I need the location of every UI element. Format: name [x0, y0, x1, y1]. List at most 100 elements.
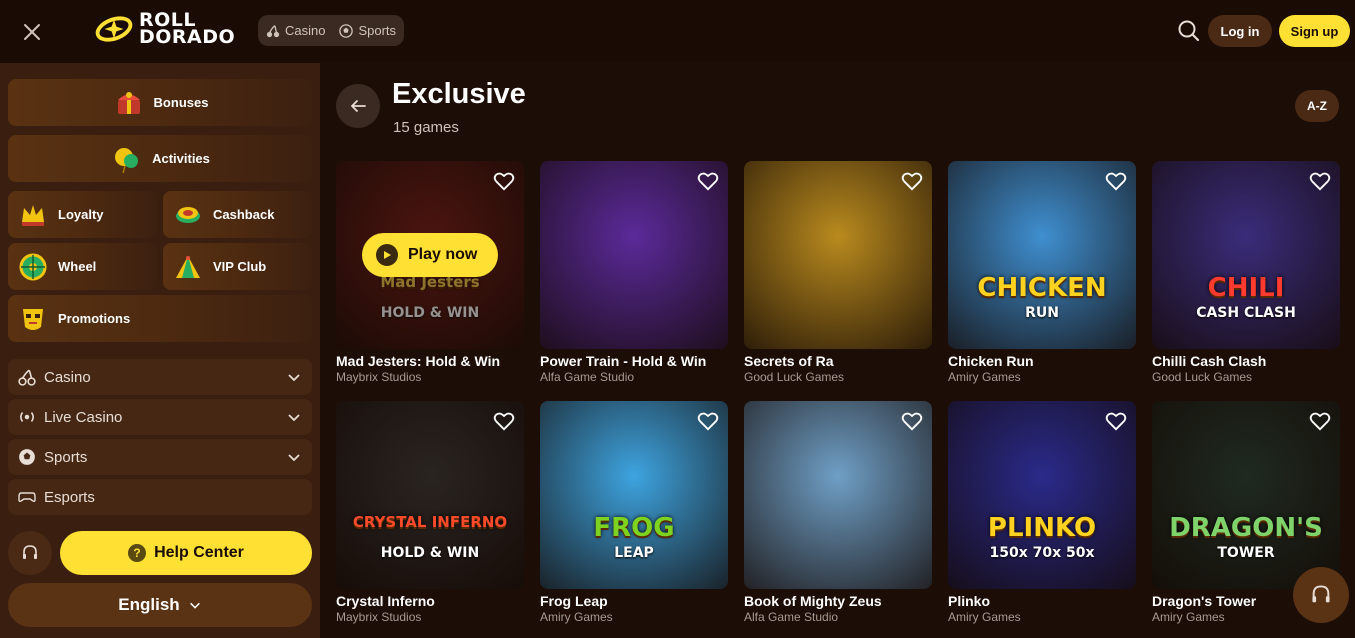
logo-icon [95, 16, 133, 42]
game-name[interactable]: Book of Mighty Zeus [744, 593, 932, 610]
close-menu-button[interactable] [18, 18, 46, 46]
wheel-icon [16, 250, 50, 284]
game-thumbnail[interactable]: FROG LEAP [540, 401, 728, 589]
game-thumbnail[interactable] [540, 161, 728, 349]
favorite-heart-icon[interactable] [697, 411, 719, 431]
sidebar-card-vip-club[interactable]: VIP Club [163, 243, 312, 290]
headset-icon [1312, 585, 1330, 603]
favorite-heart-icon[interactable] [1105, 171, 1127, 191]
tab-casino[interactable]: Casino [266, 23, 325, 38]
favorite-heart-icon[interactable] [493, 411, 515, 431]
tab-sports[interactable]: Sports [339, 23, 396, 38]
game-tile[interactable]: FROG LEAP Frog Leap Amiry Games [540, 401, 728, 625]
sidebar-item-sports[interactable]: Sports [8, 439, 312, 475]
game-tile[interactable]: Book of Mighty Zeus Alfa Game Studio [744, 401, 932, 625]
balloon-icon [110, 142, 144, 176]
game-thumbnail[interactable]: CHILI CASH CLASH [1152, 161, 1340, 349]
headset-icon [23, 545, 37, 559]
sidebar-card-label: Activities [152, 151, 210, 166]
game-name[interactable]: Power Train - Hold & Win [540, 353, 728, 370]
game-tile[interactable]: CRYSTAL INFERNO HOLD & WIN Crystal Inferno… [336, 401, 524, 625]
game-name[interactable]: Plinko [948, 593, 1136, 610]
arrow-left-icon [350, 100, 366, 112]
sidebar-item-casino[interactable]: Casino [8, 359, 312, 395]
game-thumbnail[interactable]: DRAGON'S TOWER [1152, 401, 1340, 589]
play-icon [376, 244, 398, 266]
logo-text: ROLL DORADO [139, 11, 235, 47]
sidebar-card-label: Promotions [58, 311, 131, 326]
search-icon [1178, 20, 1200, 42]
game-thumbnail[interactable] [744, 161, 932, 349]
game-art-subtitle: CASH CLASH [1196, 305, 1296, 321]
help-center-button[interactable]: ? Help Center [60, 531, 312, 575]
game-thumbnail[interactable]: PLINKO 150x 70x 50x [948, 401, 1136, 589]
sidebar-item-label: Casino [44, 368, 91, 386]
main-content: Exclusive 15 games A-Z Mad Jesters HOLD &… [320, 63, 1355, 638]
vip-pyramid-icon [171, 250, 205, 284]
game-tile[interactable]: Secrets of Ra Good Luck Games [744, 161, 932, 385]
favorite-heart-icon[interactable] [1309, 411, 1331, 431]
gamepad-icon [18, 492, 36, 503]
game-name[interactable]: Frog Leap [540, 593, 728, 610]
sidebar-card-promotions[interactable]: Promotions [8, 295, 312, 342]
game-art-title: FROG [593, 513, 675, 543]
game-name[interactable]: Mad Jesters: Hold & Win [336, 353, 524, 370]
back-button[interactable] [336, 84, 380, 128]
sort-button[interactable]: A-Z [1295, 90, 1339, 122]
game-tile[interactable]: Power Train - Hold & Win Alfa Game Studio [540, 161, 728, 385]
tab-sports-label: Sports [358, 23, 397, 38]
sidebar-card-activities[interactable]: Activities [8, 135, 312, 182]
question-icon: ? [128, 544, 147, 562]
signup-button[interactable]: Sign up [1279, 15, 1350, 47]
language-select[interactable]: English [8, 583, 312, 627]
game-thumbnail[interactable]: CHICKEN RUN [948, 161, 1136, 349]
sidebar-item-label: Esports [44, 488, 95, 506]
favorite-heart-icon[interactable] [901, 411, 923, 431]
language-label: English [118, 595, 180, 614]
game-art-subtitle: RUN [1025, 305, 1059, 321]
chat-support-button[interactable] [1293, 567, 1349, 623]
favorite-heart-icon[interactable] [901, 171, 923, 191]
game-name[interactable]: Secrets of Ra [744, 353, 932, 370]
game-tile[interactable]: CHICKEN RUN Chicken Run Amiry Games [948, 161, 1136, 385]
game-thumbnail[interactable] [744, 401, 932, 589]
sidebar-card-label: Wheel [58, 259, 97, 274]
support-button[interactable] [8, 531, 52, 575]
games-count: 15 games [393, 119, 459, 136]
game-thumbnail[interactable]: CRYSTAL INFERNO HOLD & WIN [336, 401, 524, 589]
game-name[interactable]: Crystal Inferno [336, 593, 524, 610]
search-button[interactable] [1176, 18, 1202, 44]
game-art-subtitle: TOWER [1217, 545, 1275, 561]
mode-switch: Casino Sports [258, 15, 405, 46]
sidebar-item-esports[interactable]: Esports [8, 479, 312, 515]
game-name[interactable]: Chicken Run [948, 353, 1136, 370]
login-button[interactable]: Log in [1208, 15, 1272, 47]
game-tile[interactable]: Mad Jesters HOLD & WIN Play now Mad Jesters… [336, 161, 524, 385]
game-studio: Maybrix Studios [336, 370, 422, 384]
game-art-subtitle: LEAP [614, 545, 654, 561]
game-studio: Amiry Games [948, 370, 1021, 384]
favorite-heart-icon[interactable] [1105, 411, 1127, 431]
favorite-heart-icon[interactable] [697, 171, 719, 191]
game-thumbnail[interactable]: Mad Jesters HOLD & WIN Play now [336, 161, 524, 349]
game-name[interactable]: Chilli Cash Clash [1152, 353, 1340, 370]
sidebar-card-label: Loyalty [58, 207, 104, 222]
sidebar-item-live-casino[interactable]: Live Casino [8, 399, 312, 435]
favorite-heart-icon[interactable] [493, 171, 515, 191]
game-art-subtitle: HOLD & WIN [380, 545, 480, 561]
game-tile[interactable]: CHILI CASH CLASH Chilli Cash Clash Good Luc… [1152, 161, 1340, 385]
game-tile[interactable]: PLINKO 150x 70x 50x Plinko Amiry Games [948, 401, 1136, 625]
favorite-heart-icon[interactable] [1309, 171, 1331, 191]
game-art-title: CHICKEN [977, 273, 1107, 303]
logo[interactable]: ROLL DORADO [95, 10, 235, 48]
sidebar-card-cashback[interactable]: Cashback [163, 191, 312, 238]
game-art-title: PLINKO [987, 513, 1097, 543]
treasure-chest-icon [112, 86, 146, 120]
chevron-down-icon [288, 414, 300, 422]
sidebar-card-wheel[interactable]: Wheel [8, 243, 157, 290]
sidebar-card-bonuses[interactable]: Bonuses [8, 79, 312, 126]
sidebar-card-loyalty[interactable]: Loyalty [8, 191, 157, 238]
soccer-ball-icon [339, 23, 354, 38]
game-studio: Alfa Game Studio [540, 370, 635, 384]
play-now-button[interactable]: Play now [362, 233, 498, 277]
